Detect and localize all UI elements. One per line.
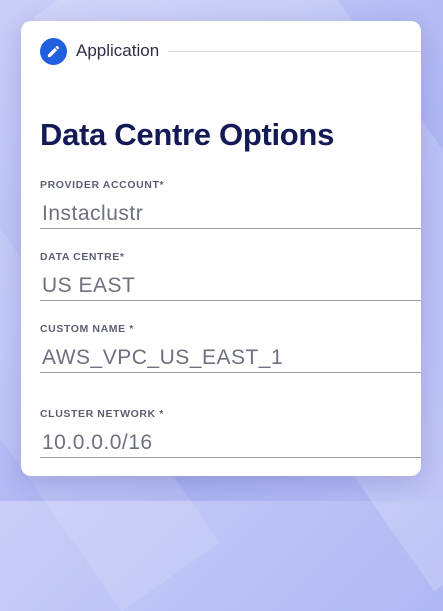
cluster-network-input[interactable]: 10.0.0.0/16 [40,429,421,458]
card-header: Application [40,37,421,65]
custom-name-field[interactable]: CUSTOM NAME * AWS_VPC_US_EAST_1 [40,322,421,373]
provider-account-label: PROVIDER ACCOUNT* [40,179,165,191]
cluster-network-field[interactable]: CLUSTER NETWORK * 10.0.0.0/16 [40,407,421,458]
cluster-network-label: CLUSTER NETWORK * [40,408,164,420]
section-title: Application [76,41,160,60]
data-centre-label: DATA CENTRE* [40,251,125,263]
page-title: Data Centre Options [40,117,335,152]
provider-account-field[interactable]: PROVIDER ACCOUNT* Instaclustr [40,178,421,229]
custom-name-label: CUSTOM NAME * [40,323,134,335]
custom-name-input[interactable]: AWS_VPC_US_EAST_1 [40,344,421,373]
provider-account-input[interactable]: Instaclustr [40,200,421,229]
header-divider [168,50,421,52]
edit-pencil-icon [40,37,67,65]
data-centre-field[interactable]: DATA CENTRE* US EAST [40,250,421,301]
data-centre-input[interactable]: US EAST [40,272,421,301]
application-card: Application Data Centre Options PROVIDER… [21,21,421,476]
